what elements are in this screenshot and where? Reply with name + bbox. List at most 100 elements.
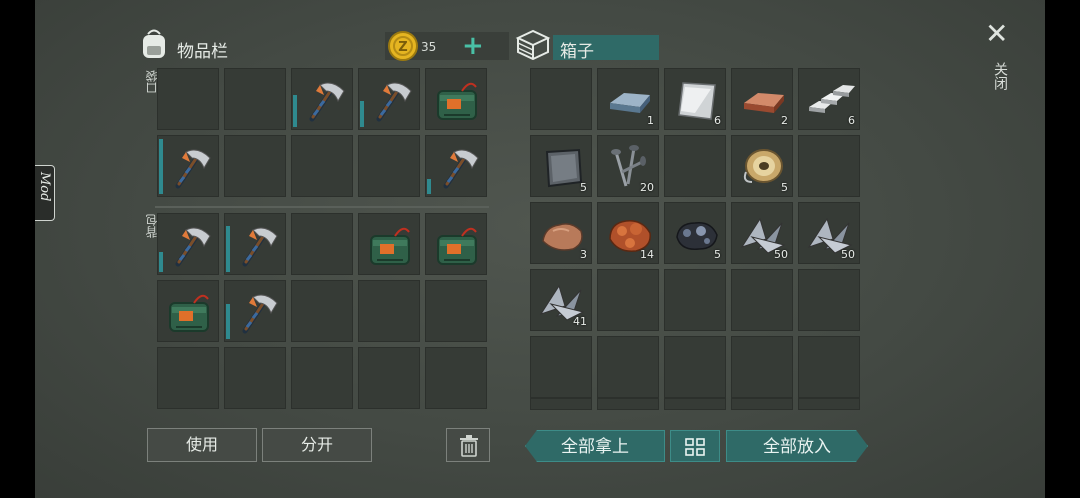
section-divider: [155, 206, 489, 208]
chest-slot-partial[interactable]: [597, 398, 659, 410]
pocket-slot[interactable]: [358, 135, 420, 197]
chest-slot[interactable]: [664, 135, 726, 197]
backpack-slot[interactable]: [291, 280, 353, 342]
pickaxe-icon: [242, 294, 278, 334]
durability-bar: [159, 252, 163, 272]
put-all-button[interactable]: 全部放入: [726, 430, 868, 462]
chest-slot[interactable]: 5: [664, 202, 726, 264]
chest-slot[interactable]: [597, 269, 659, 331]
pocket-slot[interactable]: [425, 135, 487, 197]
durability-bar: [226, 304, 230, 339]
pocket-slot[interactable]: [157, 68, 219, 130]
chest-slot[interactable]: 6: [664, 68, 726, 130]
chest-slot[interactable]: [664, 269, 726, 331]
chest-slot[interactable]: [664, 336, 726, 398]
inventory-title: 物品栏: [177, 42, 228, 62]
chest-slot[interactable]: 5: [731, 135, 793, 197]
pickaxe-icon: [309, 82, 345, 122]
durability-bar: [427, 179, 431, 194]
item-quantity: 6: [848, 114, 855, 127]
backpack-slot[interactable]: [425, 347, 487, 409]
split-button[interactable]: 分开: [262, 428, 372, 462]
use-button[interactable]: 使用: [147, 428, 257, 462]
backpack-slot[interactable]: [157, 213, 219, 275]
backpack-icon: [143, 29, 165, 58]
chest-slot-partial[interactable]: [530, 398, 592, 410]
close-label[interactable]: 关闭: [990, 62, 1010, 90]
sort-button[interactable]: [670, 430, 720, 462]
chest-slot-partial[interactable]: [664, 398, 726, 410]
chest-slot[interactable]: 50: [798, 202, 860, 264]
item-quantity: 5: [580, 181, 587, 194]
chest-slot[interactable]: [597, 336, 659, 398]
chest-slot[interactable]: 1: [597, 68, 659, 130]
grid-sort-icon: [685, 438, 705, 456]
item-quantity: 50: [841, 248, 855, 261]
chest-slot[interactable]: 3: [530, 202, 592, 264]
backpack-slot[interactable]: [157, 347, 219, 409]
chest-slot[interactable]: 5: [530, 135, 592, 197]
backpack-slot[interactable]: [224, 280, 286, 342]
pickaxe-icon: [376, 82, 412, 122]
item-quantity: 20: [640, 181, 654, 194]
chest-title-field[interactable]: 箱子: [553, 35, 659, 62]
item-quantity: 3: [580, 248, 587, 261]
pocket-slot[interactable]: [291, 135, 353, 197]
item-quantity: 2: [781, 114, 788, 127]
close-button[interactable]: ✕: [985, 18, 1008, 50]
durability-bar: [293, 95, 297, 127]
explosive-pack-icon: [437, 227, 477, 265]
backpack-slot[interactable]: [224, 347, 286, 409]
backpack-slot[interactable]: [291, 347, 353, 409]
game-panel: 物品栏 Z 35 + 口袋 背包 箱子 1 6 2 6 5 20 5 3 14 5 50 50 41 ✕…: [35, 0, 1045, 498]
take-all-button[interactable]: 全部拿上: [525, 430, 665, 462]
durability-bar: [226, 226, 230, 272]
durability-bar: [159, 139, 163, 194]
backpack-slot[interactable]: [224, 213, 286, 275]
chest-slot[interactable]: 6: [798, 68, 860, 130]
chest-slot[interactable]: [731, 336, 793, 398]
backpack-slot[interactable]: [358, 347, 420, 409]
svg-text:Z: Z: [398, 40, 407, 55]
chest-slot-partial[interactable]: [798, 398, 860, 410]
pickaxe-icon: [175, 227, 211, 267]
pocket-slot[interactable]: [425, 68, 487, 130]
chest-slot[interactable]: [731, 269, 793, 331]
chest-slot[interactable]: 14: [597, 202, 659, 264]
durability-bar: [360, 101, 364, 127]
trash-button[interactable]: [446, 428, 490, 462]
item-quantity: 6: [714, 114, 721, 127]
pocket-slot[interactable]: [224, 68, 286, 130]
pocket-slot[interactable]: [157, 135, 219, 197]
chest-slot[interactable]: [798, 135, 860, 197]
pocket-slot[interactable]: [358, 68, 420, 130]
chest-slot-partial[interactable]: [731, 398, 793, 410]
coin-icon: Z: [388, 31, 418, 61]
backpack-slot[interactable]: [157, 280, 219, 342]
backpack-slot[interactable]: [291, 213, 353, 275]
chest-slot[interactable]: 2: [731, 68, 793, 130]
trash-icon: [460, 435, 478, 457]
pocket-slot[interactable]: [224, 135, 286, 197]
item-quantity: 5: [714, 248, 721, 261]
chest-slot[interactable]: 50: [731, 202, 793, 264]
mod-tab[interactable]: Mod: [35, 165, 55, 221]
currency-amount: 35: [421, 40, 437, 54]
pocket-slot[interactable]: [291, 68, 353, 130]
backpack-slot[interactable]: [425, 280, 487, 342]
item-quantity: 5: [781, 181, 788, 194]
explosive-pack-icon: [437, 82, 477, 120]
backpack-slot[interactable]: [425, 213, 487, 275]
chest-slot[interactable]: [798, 269, 860, 331]
backpack-slot[interactable]: [358, 213, 420, 275]
pickaxe-icon: [443, 149, 479, 189]
chest-slot[interactable]: 20: [597, 135, 659, 197]
chest-icon: [515, 29, 551, 60]
mod-tab-label: Mod: [37, 172, 52, 202]
chest-slot[interactable]: [530, 68, 592, 130]
chest-slot[interactable]: [530, 336, 592, 398]
add-currency-button[interactable]: +: [462, 30, 484, 62]
chest-slot[interactable]: [798, 336, 860, 398]
chest-slot[interactable]: 41: [530, 269, 592, 331]
backpack-slot[interactable]: [358, 280, 420, 342]
